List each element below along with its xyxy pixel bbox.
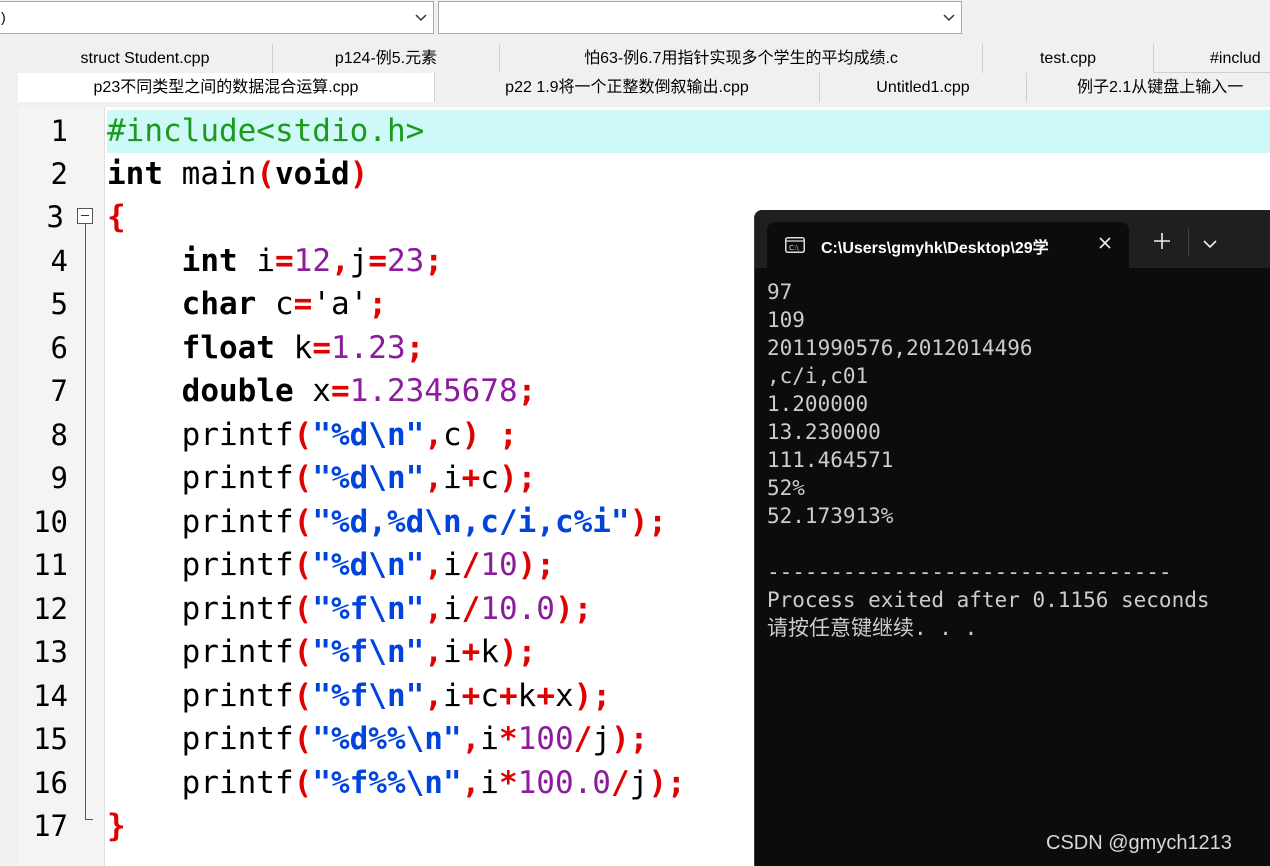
identifier: printf [181,547,294,583]
code-line-17: } [107,805,126,848]
terminal-line: 52.173913% [767,504,894,528]
terminal-line: 13.230000 [767,420,881,444]
code-line-7: double x=1.2345678; [181,373,537,409]
line-number: 3 [46,200,64,234]
fold-toggle-icon[interactable] [77,208,93,224]
line-number: 6 [50,331,68,365]
tab-untitled1[interactable]: Untitled1.cpp [820,73,1027,102]
brace: } [107,808,126,844]
console-icon: C:\ [785,237,805,253]
terminal-line: 111.464571 [767,448,894,472]
identifier: printf [181,634,294,670]
chevron-down-icon[interactable] [1203,236,1217,249]
terminal-line: 请按任意键继续. . . [767,616,978,640]
line-number: 13 [33,635,68,669]
code-line-8: printf("%d\n",c) ; [181,417,518,453]
identifier: printf [181,460,294,496]
preprocessor-include: #include<stdio.h> [107,113,425,149]
fold-guide [85,224,86,819]
code-line-2: int main(void) [107,156,369,192]
terminal-output: 97 109 2011990576,2012014496 ,c/i,c01 1.… [767,278,1210,642]
close-icon[interactable] [1097,235,1113,251]
line-number: 17 [33,809,68,843]
code-line-13: printf("%f\n",i+k); [181,634,537,670]
scope-combo-value: ) [1,9,6,25]
terminal-line: 2011990576,2012014496 [767,336,1033,360]
line-number: 5 [50,287,68,321]
identifier: printf [181,678,294,714]
tab-include[interactable]: #includ [1154,44,1270,73]
line-number: 7 [50,374,68,408]
function-combo[interactable] [438,1,962,34]
terminal-line: 97 [767,280,793,304]
code-line-14: printf("%f\n",i+c+k+x); [181,678,611,714]
identifier: printf [181,417,294,453]
code-line-6: float k=1.23; [181,330,425,366]
tab-struct-student[interactable]: struct Student.cpp [18,44,273,74]
line-number: 8 [50,418,68,452]
tab-example-2-1[interactable]: 例子2.1从键盘上输入一 [1027,73,1270,102]
code-line-16: printf("%f%%\n",i*100.0/j); [181,765,686,801]
svg-text:C:\: C:\ [789,244,799,252]
code-line-1: #include<stdio.h> [107,110,1270,153]
line-number: 12 [33,592,68,626]
terminal-line: 109 [767,308,805,332]
code-line-10: printf("%d,%d\n,c/i,c%i"); [181,504,667,540]
identifier: printf [181,591,294,627]
identifier: printf [181,765,294,801]
terminal-tab-title: C:\Users\gmyhk\Desktop\29学 [821,240,1049,257]
line-number: 10 [33,505,68,539]
identifier: printf [181,721,294,757]
line-number-gutter: 1 2 3 4 5 6 7 8 9 10 11 12 13 14 15 16 1… [18,107,105,866]
line-number: 16 [33,766,68,800]
tab-p23-active[interactable]: p23不同类型之间的数据混合运算.cpp [18,73,435,102]
line-number: 4 [50,244,68,278]
terminal-line: Process exited after 0.1156 seconds [767,588,1210,612]
code-line-4: int i=12,j=23; [181,243,443,279]
terminal-line: 52% [767,476,805,500]
line-number: 9 [50,461,68,495]
brace: { [107,199,126,235]
tab-test[interactable]: test.cpp [983,44,1154,74]
toolbar: ) [0,0,1270,40]
tab-p22[interactable]: p22 1.9将一个正整数倒叙输出.cpp [435,73,820,102]
terminal-titlebar: C:\ C:\Users\gmyhk\Desktop\29学 [755,210,1270,268]
code-line-12: printf("%f\n",i/10.0); [181,591,593,627]
identifier: printf [181,504,294,540]
tab-p124[interactable]: p124-例5.元素 [273,44,500,74]
terminal-window[interactable]: C:\ C:\Users\gmyhk\Desktop\29学 97 109 20… [754,210,1270,866]
line-number: 15 [33,722,68,756]
identifier: main [163,156,257,192]
line-number: 11 [33,548,68,582]
line-number: 1 [50,114,68,148]
code-line-11: printf("%d\n",i/10); [181,547,555,583]
terminal-line: ,c/i,c01 [767,364,869,388]
code-line-9: printf("%d\n",i+c); [181,460,537,496]
line-number: 2 [50,157,68,191]
tab-p63[interactable]: 怕63-例6.7用指针实现多个学生的平均成绩.c [500,44,983,74]
keyword: char [181,286,257,322]
code-line-3: { [107,196,126,239]
fold-guide-end [85,819,93,820]
terminal-tab[interactable]: C:\ C:\Users\gmyhk\Desktop\29学 [767,222,1129,268]
chevron-down-icon[interactable] [943,11,955,23]
code-line-15: printf("%d%%\n",i*100/j); [181,721,649,757]
keyword: float [181,330,275,366]
keyword: int [181,243,238,279]
terminal-line: 1.200000 [767,392,869,416]
keyword: void [275,156,350,192]
keyword: int [107,156,163,192]
keyword: double [181,373,294,409]
titlebar-divider [1188,228,1189,256]
code-line-5: char c='a'; [181,286,387,322]
watermark: CSDN @gmych1213 [1046,832,1232,854]
chevron-down-icon[interactable] [415,11,427,23]
new-tab-plus-icon[interactable] [1153,232,1171,250]
line-number: 14 [33,679,68,713]
scope-combo[interactable]: ) [0,1,434,34]
terminal-separator: -------------------------------- [767,560,1172,584]
